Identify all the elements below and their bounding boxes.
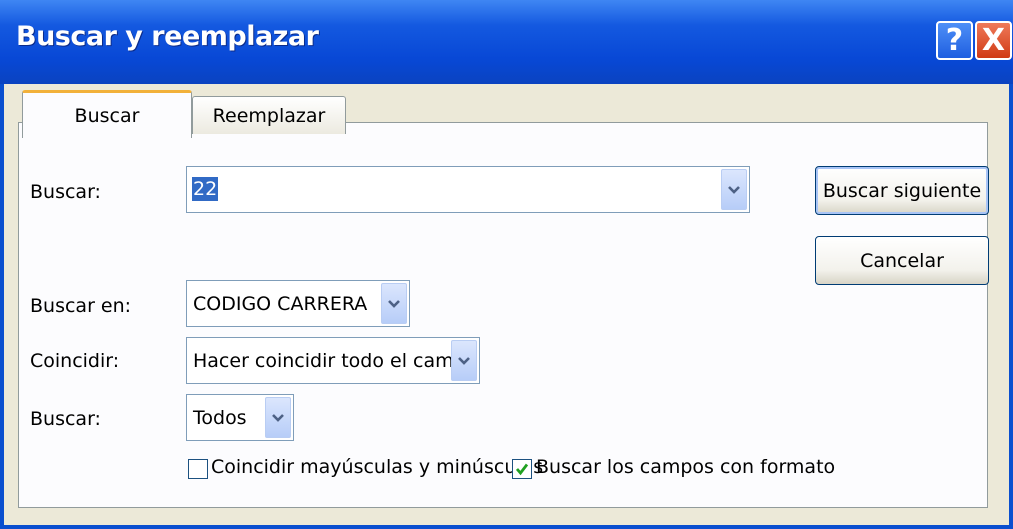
match-label: Coincidir: [30,350,120,372]
match-select[interactable]: Hacer coincidir todo el campo [186,337,480,384]
search-formatted-checkbox[interactable] [512,459,532,479]
match-case-label: Coincidir mayúsculas y minúsculas [211,456,544,478]
tab-buscar[interactable]: Buscar [22,90,192,138]
close-icon[interactable]: X [975,21,1012,60]
tab-buscar-label: Buscar [74,104,140,127]
tab-reemplazar[interactable]: Reemplazar [192,96,346,134]
search-direction-value: Todos [193,406,247,429]
match-case-checkbox[interactable] [188,459,208,479]
search-direction-select[interactable]: Todos [186,394,294,441]
help-icon[interactable]: ? [936,21,973,60]
chevron-down-icon[interactable] [451,340,477,381]
search-direction-label: Buscar: [30,408,101,430]
find-label: Buscar: [30,181,101,203]
title-bar[interactable]: Buscar y reemplazar ? X [0,0,1013,84]
look-in-select[interactable]: CODIGO CARRERA [186,280,410,327]
window-title: Buscar y reemplazar [16,21,319,52]
look-in-label: Buscar en: [30,295,132,317]
find-input-value[interactable]: 22 [192,177,219,201]
dialog-window: Buscar y reemplazar ? X Buscar Reemplaza… [0,0,1013,529]
chevron-down-icon[interactable] [265,397,291,438]
cancel-button[interactable]: Cancelar [815,236,989,285]
checkmark-icon [515,463,529,476]
find-next-button[interactable]: Buscar siguiente [815,166,989,215]
match-value: Hacer coincidir todo el campo [193,349,478,372]
tab-reemplazar-label: Reemplazar [212,104,326,127]
search-formatted-label: Buscar los campos con formato [536,456,836,478]
chevron-down-icon[interactable] [721,169,747,210]
find-combobox[interactable]: 22 [186,166,750,213]
chevron-down-icon[interactable] [381,283,407,324]
look-in-value: CODIGO CARRERA [193,292,368,315]
